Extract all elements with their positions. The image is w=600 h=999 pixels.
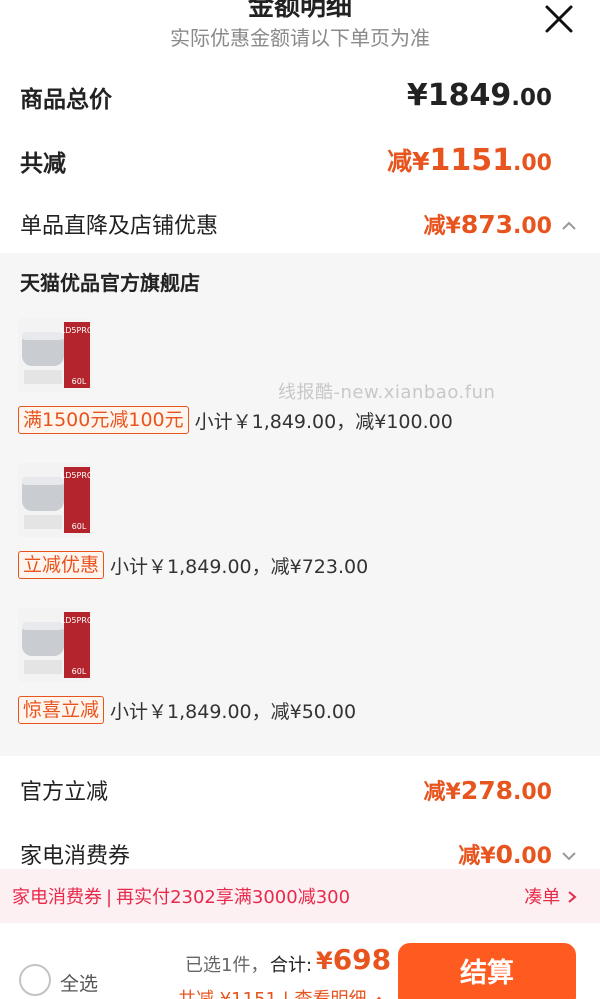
- product-thumbnail[interactable]: LD5PRO 60L: [18, 463, 92, 537]
- discount-tag: 满1500元减100元: [18, 406, 189, 434]
- item-subtotal: 小计￥1,849.00，减¥50.00: [110, 700, 357, 723]
- select-all-radio[interactable]: [19, 964, 51, 996]
- checkout-footer: 全选 已选1件， 合计: ¥698 共减 ¥1151 | 查看明细 结算: [0, 923, 600, 999]
- appliance-coupon-row[interactable]: 家电消费券 减¥0.00: [0, 836, 600, 872]
- discount-tag: 惊喜立减: [18, 696, 105, 724]
- add-items-link[interactable]: 凑单: [524, 883, 578, 909]
- svg-text:LD5PRO: LD5PRO: [61, 471, 92, 480]
- item-discount-line: 立减优惠 小计￥1,849.00，减¥723.00: [18, 551, 368, 579]
- svg-text:LD5PRO: LD5PRO: [61, 326, 92, 335]
- modal-header: 金额明细 实际优惠金额请以下单页为准: [0, 0, 600, 75]
- direct-discount-row[interactable]: 单品直降及店铺优惠 减¥873.00: [0, 204, 600, 244]
- close-icon[interactable]: [542, 2, 576, 36]
- svg-text:LD5PRO: LD5PRO: [61, 616, 92, 625]
- select-all-label[interactable]: 全选: [60, 969, 98, 996]
- appliance-coupon-value: 减¥0.00: [458, 840, 552, 869]
- item-subtotal: 小计￥1,849.00，减¥100.00: [194, 410, 453, 433]
- discount-tag: 立减优惠: [18, 551, 105, 579]
- total-amount: ¥698: [316, 943, 392, 976]
- modal-title: 金额明细: [247, 0, 352, 22]
- official-reduce-label: 官方立减: [20, 780, 109, 805]
- shop-section: 天猫优品官方旗舰店 线报酷-new.xianbao.fun LD5PRO 60L…: [0, 253, 600, 756]
- product-thumbnail[interactable]: LD5PRO 60L: [18, 318, 92, 392]
- coupon-name: 家电消费券: [12, 887, 102, 908]
- svg-text:60L: 60L: [72, 377, 87, 386]
- direct-discount-label: 单品直降及店铺优惠: [20, 214, 219, 239]
- official-reduce-row: 官方立减 减¥278.00: [0, 772, 600, 812]
- total-reduce-row: 共减 减¥1151.00: [0, 142, 600, 182]
- product-total-row: 商品总价 ¥1849.00: [0, 78, 600, 118]
- chevron-up-icon[interactable]: [560, 217, 578, 235]
- svg-text:60L: 60L: [72, 667, 87, 676]
- total-reduce-label: 共减: [20, 151, 66, 177]
- chevron-right-icon: [568, 891, 577, 903]
- list-item: LD5PRO 60L 惊喜立减 小计￥1,849.00，减¥50.00: [0, 608, 600, 738]
- total-reduce-value: 减¥1151.00: [387, 143, 552, 178]
- selected-count: 已选1件，: [185, 955, 269, 976]
- item-discount-line: 满1500元减100元 小计￥1,849.00，减¥100.00: [18, 406, 453, 434]
- svg-text:60L: 60L: [72, 522, 87, 531]
- shop-name: 天猫优品官方旗舰店: [20, 271, 200, 295]
- checkout-button[interactable]: 结算: [398, 943, 576, 999]
- total-label: 合计:: [270, 955, 313, 976]
- modal-subtitle: 实际优惠金额请以下单页为准: [170, 26, 430, 50]
- list-item: LD5PRO 60L 满1500元减100元 小计￥1,849.00，减¥100…: [0, 318, 600, 448]
- chevron-up-icon: [376, 996, 382, 999]
- coupon-separator: |: [106, 887, 113, 908]
- coupon-promo-text: 家电消费券 | 再实付2302享满3000减300: [12, 883, 350, 909]
- item-discount-line: 惊喜立减 小计￥1,849.00，减¥50.00: [18, 696, 356, 724]
- appliance-coupon-label: 家电消费券: [20, 844, 131, 869]
- product-total-label: 商品总价: [20, 87, 112, 113]
- item-subtotal: 小计￥1,849.00，减¥723.00: [110, 555, 369, 578]
- direct-discount-value: 减¥873.00: [423, 210, 552, 239]
- coupon-promo-bar[interactable]: 家电消费券 | 再实付2302享满3000减300 凑单: [0, 869, 600, 923]
- list-item: LD5PRO 60L 立减优惠 小计￥1,849.00，减¥723.00: [0, 463, 600, 593]
- product-total-value: ¥1849.00: [406, 78, 552, 113]
- product-thumbnail[interactable]: LD5PRO 60L: [18, 608, 92, 682]
- official-reduce-value: 减¥278.00: [423, 776, 552, 805]
- coupon-condition: 再实付2302享满3000减300: [116, 887, 351, 908]
- view-detail-link[interactable]: 共减 ¥1151 | 查看明细: [178, 985, 386, 999]
- chevron-down-icon[interactable]: [560, 847, 578, 865]
